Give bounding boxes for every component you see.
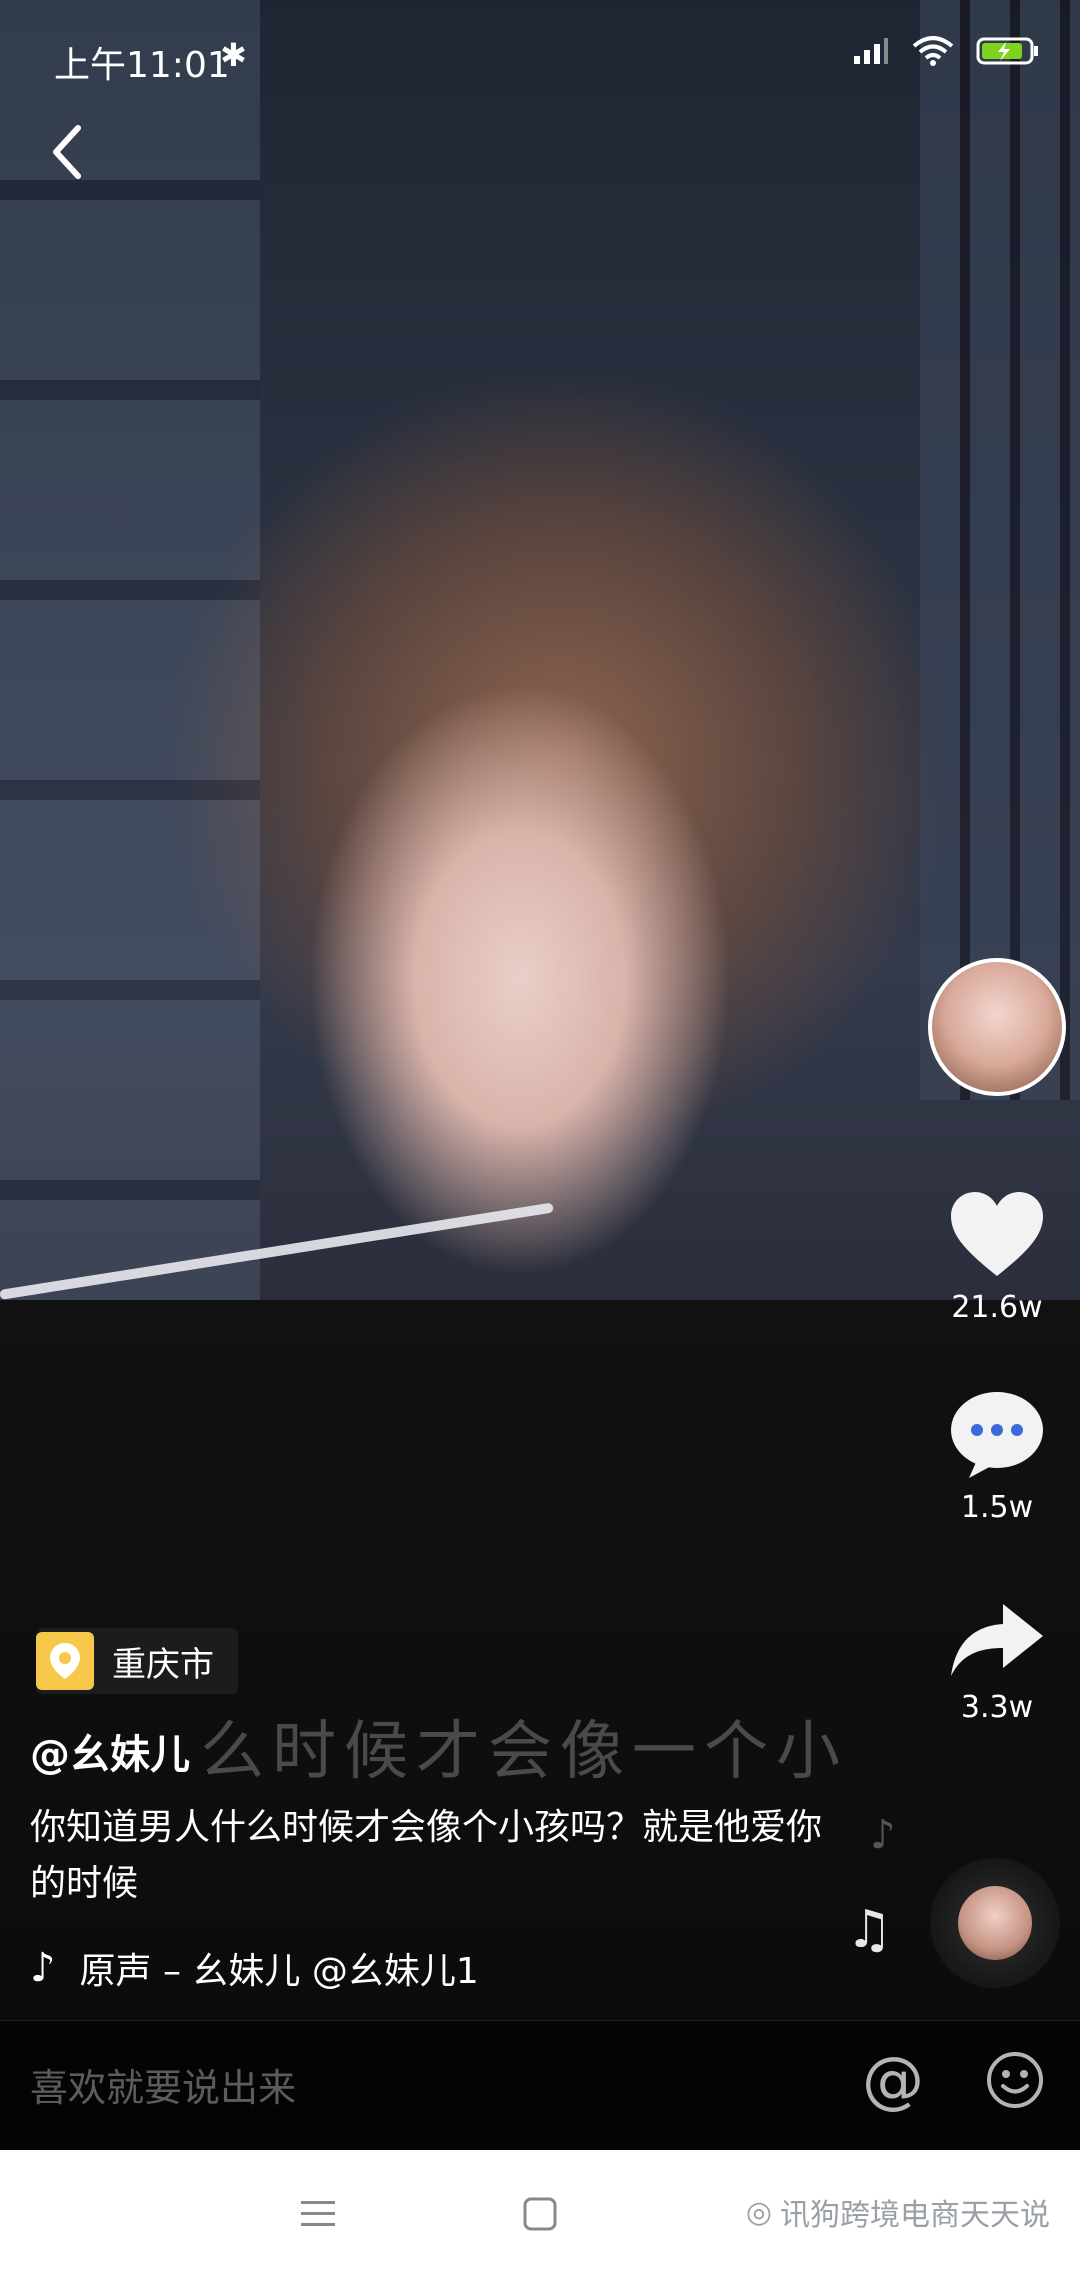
home-button[interactable] [510,2184,570,2244]
comment-input[interactable]: 喜欢就要说出来 [30,2057,296,2112]
video-description: 你知道男人什么时候才会像个小孩吗？就是他爱你的时候 [30,1807,823,1904]
system-navigation-bar: ◎ 讯狗跨境电商天天说 [0,2150,1080,2280]
menu-icon [301,2201,335,2226]
like-count: 21.6w [951,1290,1043,1325]
music-note-icon: ♫ [846,1900,893,1960]
location-badge[interactable]: 重庆市 [36,1628,238,1694]
music-disc[interactable] [930,1858,1060,1988]
floating-note-icon: ♪ [870,1812,896,1858]
watermark-text: 讯狗跨境电商天天说 [780,2198,1050,2233]
share-count: 3.3w [960,1690,1034,1725]
lyric-overlay: 么时候才会像一个小 [200,1715,848,1789]
bluetooth-icon: ✱ [220,36,247,74]
background-building [920,0,1080,1100]
music-note-icon: ♪ [30,1945,56,1991]
back-icon[interactable] [44,120,88,184]
music-disc-cover [958,1886,1032,1960]
wechat-icon: ◎ [745,2194,772,2230]
heart-icon [951,1192,1043,1276]
author-avatar[interactable] [928,958,1066,1096]
music-info[interactable]: ♪ 原声 – 幺妹儿 @幺妹儿1 [30,1942,479,1994]
like-button[interactable]: 21.6w [922,1190,1072,1325]
home-icon [523,2197,557,2231]
share-icon [951,1604,1043,1676]
author-name[interactable]: @幺妹儿 [30,1722,190,1780]
menu-button[interactable] [288,2184,348,2244]
emoji-icon[interactable] [986,2051,1044,2109]
battery-icon [976,37,1038,65]
status-icons [852,36,1040,66]
signal-icon [854,38,888,64]
wifi-icon [912,36,954,66]
comment-button[interactable]: 1.5w [922,1390,1072,1525]
status-time: 上午11:01 [54,45,230,86]
share-button[interactable]: 3.3w [922,1600,1072,1725]
status-bar: 上午11:01 ✱ [0,0,1080,120]
location-pin-icon [36,1632,94,1690]
background-windows [0,0,260,1400]
mention-button[interactable]: @ [862,2043,924,2116]
comment-icon [951,1392,1043,1478]
comment-input-bar[interactable]: 喜欢就要说出来 @ [0,2020,1080,2151]
location-name: 重庆市 [112,1644,214,1685]
comment-count: 1.5w [960,1490,1034,1525]
watermark: ◎ 讯狗跨境电商天天说 [746,2190,1050,2234]
music-title: 原声 – 幺妹儿 @幺妹儿1 [79,1951,479,1992]
